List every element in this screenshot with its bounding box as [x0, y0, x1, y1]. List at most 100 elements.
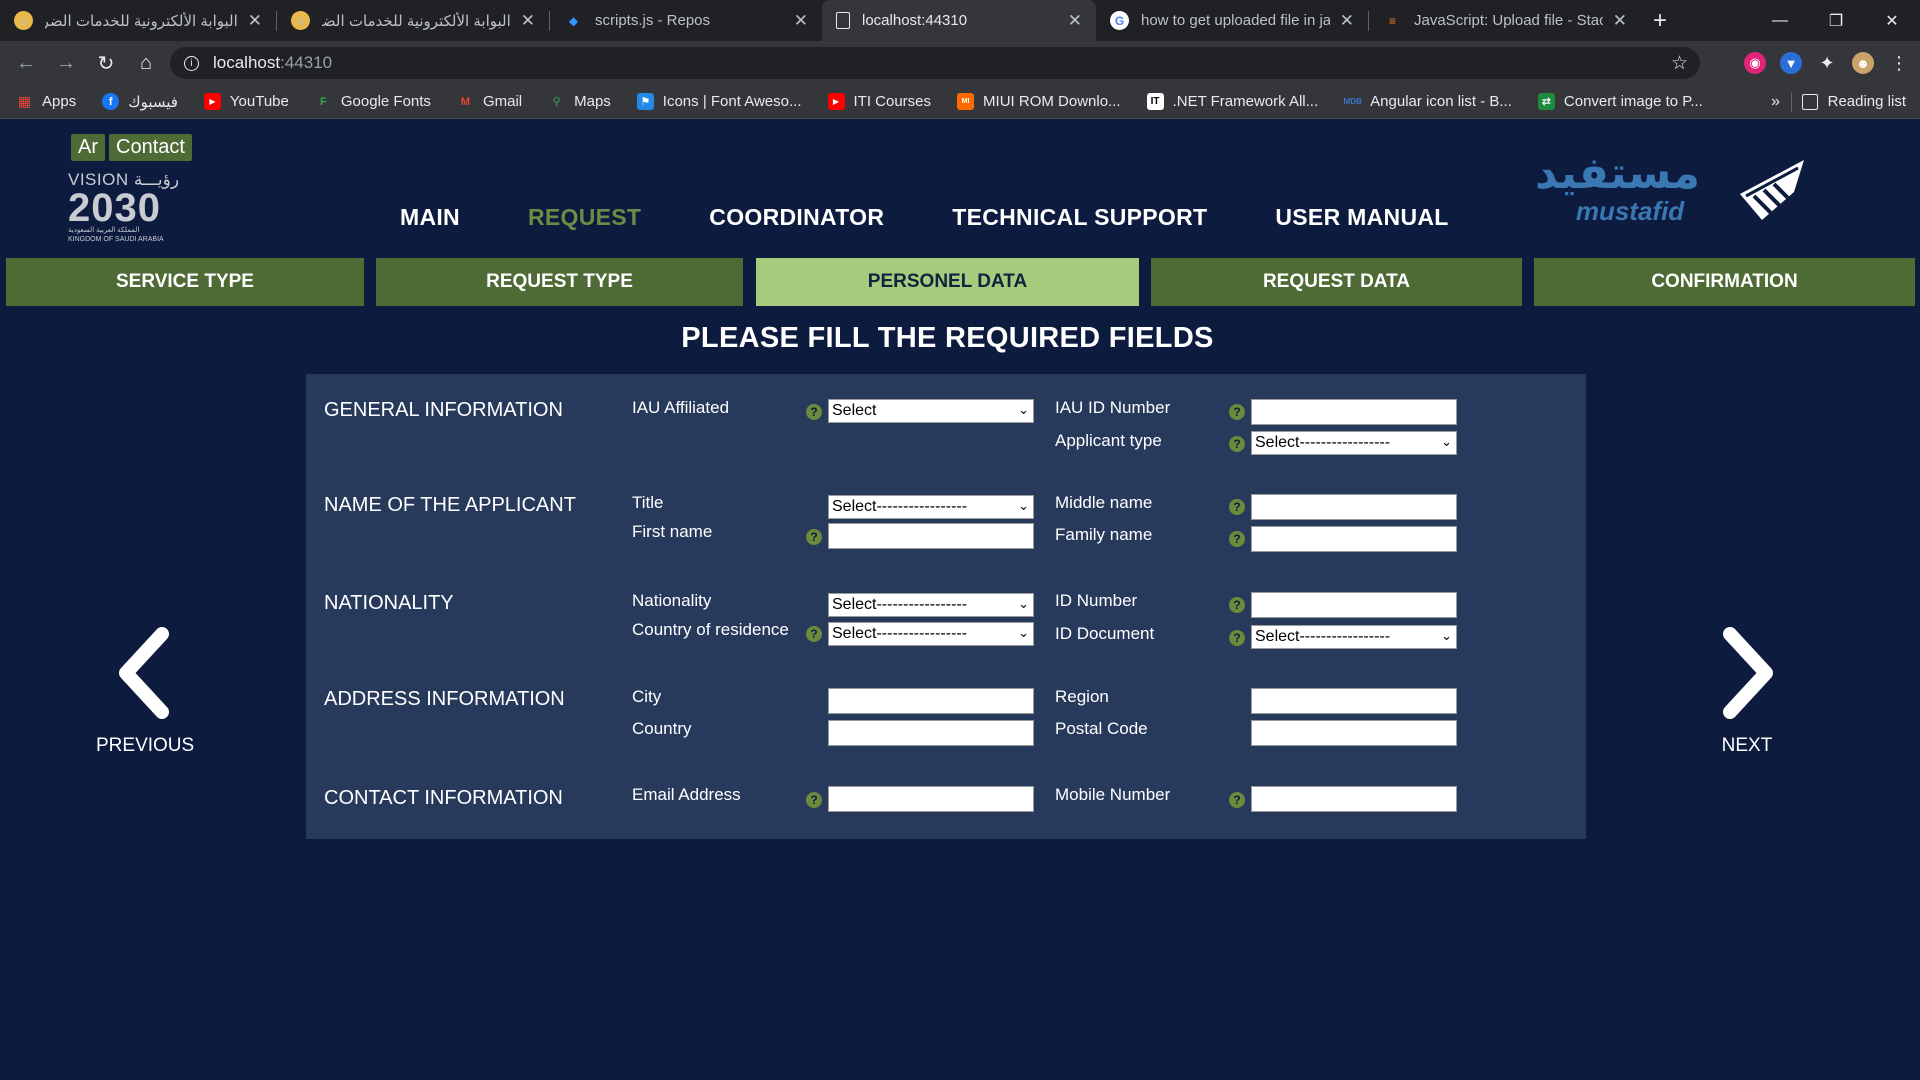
country-of-residence-select[interactable]: Select----------------- ⌄	[828, 622, 1034, 646]
puzzle-extensions-icon[interactable]: ✦	[1816, 52, 1838, 74]
browser-tab-active[interactable]: localhost:44310 ✕	[822, 0, 1096, 41]
id-document-select[interactable]: Select----------------- ⌄	[1251, 625, 1457, 649]
page-icon	[836, 12, 850, 29]
applicant-type-select[interactable]: Select----------------- ⌄	[1251, 431, 1457, 455]
help-icon[interactable]: ?	[1229, 436, 1245, 452]
previous-button[interactable]: PREVIOUS	[96, 626, 194, 757]
title-select[interactable]: Select----------------- ⌄	[828, 495, 1034, 519]
bookmark-item[interactable]: MDB Angular icon list - B...	[1344, 93, 1512, 110]
language-toggle-button[interactable]: Ar	[71, 134, 105, 161]
middle-name-input[interactable]	[1251, 494, 1457, 520]
browser-tab[interactable]: ☺ البوابة الألكترونية للخدمات الضر ✕	[277, 0, 549, 41]
mdb-icon: MDB	[1343, 97, 1362, 106]
back-icon[interactable]: ←	[6, 43, 46, 83]
forward-icon[interactable]: →	[46, 43, 86, 83]
region-input[interactable]	[1251, 688, 1457, 714]
bookmark-item[interactable]: ⚑ Icons | Font Aweso...	[636, 93, 802, 110]
close-icon[interactable]: ✕	[248, 11, 262, 31]
help-icon[interactable]: ?	[806, 626, 822, 642]
close-window-icon[interactable]: ✕	[1864, 0, 1920, 41]
label-country: Country	[632, 719, 692, 738]
close-icon[interactable]: ✕	[794, 11, 808, 31]
profile-avatar-icon[interactable]: ☻	[1852, 52, 1874, 74]
bookmark-item[interactable]: ▦ Apps	[16, 93, 76, 110]
help-icon[interactable]: ?	[806, 404, 822, 420]
restore-icon[interactable]: ❐	[1808, 0, 1864, 41]
step-request-data[interactable]: REQUEST DATA	[1151, 258, 1522, 306]
city-input[interactable]	[828, 688, 1034, 714]
bookmark-label: Maps	[574, 93, 611, 110]
iau-id-number-input[interactable]	[1251, 399, 1457, 425]
bookmark-item[interactable]: ⇄ Convert image to P...	[1537, 93, 1703, 110]
new-tab-icon[interactable]: +	[1653, 7, 1667, 35]
nav-coordinator[interactable]: COORDINATOR	[709, 204, 884, 231]
nav-request[interactable]: REQUEST	[528, 204, 641, 231]
help-icon[interactable]: ?	[1229, 792, 1245, 808]
minimize-icon[interactable]: —	[1752, 0, 1808, 41]
step-service-type[interactable]: SERVICE TYPE	[6, 258, 364, 306]
google-fonts-icon: F	[320, 95, 327, 108]
help-icon[interactable]: ?	[1229, 499, 1245, 515]
nav-user-manual[interactable]: USER MANUAL	[1275, 204, 1448, 231]
browser-tab[interactable]: G how to get uploaded file in ja ✕	[1096, 0, 1368, 41]
section-general-information: GENERAL INFORMATION	[324, 399, 563, 421]
facebook-icon: f	[102, 93, 120, 110]
id-number-input[interactable]	[1251, 592, 1457, 618]
next-button[interactable]: NEXT	[1712, 626, 1782, 757]
nav-main[interactable]: MAIN	[400, 204, 460, 231]
mustafid-logo-ar: مستفيد	[1534, 149, 1700, 198]
close-icon[interactable]: ✕	[1340, 11, 1354, 31]
step-personel-data[interactable]: PERSONEL DATA	[756, 258, 1139, 306]
close-icon[interactable]: ✕	[521, 11, 535, 31]
help-icon[interactable]: ?	[1229, 531, 1245, 547]
bookmark-item[interactable]: MI MIUI ROM Downlo...	[957, 93, 1121, 110]
bookmark-label: Google Fonts	[340, 93, 431, 110]
nav-technical-support[interactable]: TECHNICAL SUPPORT	[952, 204, 1207, 231]
reading-list-button[interactable]: Reading list	[1801, 93, 1906, 110]
bookmark-item[interactable]: IT .NET Framework All...	[1146, 93, 1318, 110]
site-info-icon[interactable]: i	[184, 55, 199, 71]
step-confirmation[interactable]: CONFIRMATION	[1534, 258, 1915, 306]
help-icon[interactable]: ?	[1229, 597, 1245, 613]
address-bar[interactable]: i localhost:44310 ☆	[170, 47, 1700, 79]
shield-extension-icon[interactable]: ▼	[1780, 52, 1802, 74]
country-input[interactable]	[828, 720, 1034, 746]
more-bookmarks-icon[interactable]: »	[1771, 93, 1780, 111]
browser-tab[interactable]: ◆ scripts.js - Repos ✕	[550, 0, 822, 41]
bookmarks-divider	[1791, 91, 1792, 112]
close-icon[interactable]: ✕	[1068, 11, 1082, 31]
bookmark-star-icon[interactable]: ☆	[1671, 52, 1688, 75]
bookmark-item[interactable]: F Google Fonts	[315, 93, 431, 110]
mobile-number-input[interactable]	[1251, 786, 1457, 812]
iau-affiliated-select[interactable]: Select ⌄	[828, 399, 1034, 423]
contact-button[interactable]: Contact	[109, 134, 192, 161]
help-icon[interactable]: ?	[1229, 404, 1245, 420]
help-icon[interactable]: ?	[1229, 630, 1245, 646]
vision-2030-logo: VISION رؤيـــة 2030 المملكة العربية السع…	[68, 170, 193, 245]
nationality-select[interactable]: Select----------------- ⌄	[828, 593, 1034, 617]
close-icon[interactable]: ✕	[1613, 11, 1627, 31]
postal-code-input[interactable]	[1251, 720, 1457, 746]
family-name-input[interactable]	[1251, 526, 1457, 552]
help-icon[interactable]: ?	[806, 529, 822, 545]
home-icon[interactable]: ⌂	[126, 43, 166, 83]
bookmark-item[interactable]: ⚲ Maps	[548, 93, 611, 110]
label-nationality: Nationality	[632, 591, 712, 610]
screen-recorder-extension-icon[interactable]: ◉	[1744, 52, 1766, 74]
bookmark-item[interactable]: ▶ YouTube	[203, 93, 289, 110]
browser-tab[interactable]: ≡ JavaScript: Upload file - Stack ✕	[1369, 0, 1641, 41]
browser-tab[interactable]: ☺ البوابة الألكترونية للخدمات الضر ✕	[0, 0, 276, 41]
help-icon[interactable]: ?	[806, 792, 822, 808]
address-host: localhost	[213, 53, 281, 72]
reload-icon[interactable]: ↻	[86, 43, 126, 83]
maps-icon: ⚲	[552, 96, 561, 108]
bookmark-item[interactable]: ▶ ITI Courses	[827, 93, 931, 110]
bookmark-item[interactable]: M Gmail	[457, 93, 522, 110]
bookmark-item[interactable]: f فيسبوك	[102, 93, 178, 111]
menu-kebab-icon[interactable]: ⋮	[1888, 52, 1910, 74]
tab-label: how to get uploaded file in ja	[1141, 12, 1330, 29]
email-address-input[interactable]	[828, 786, 1034, 812]
first-name-input[interactable]	[828, 523, 1034, 549]
label-family-name: Family name	[1055, 525, 1153, 544]
step-request-type[interactable]: REQUEST TYPE	[376, 258, 743, 306]
